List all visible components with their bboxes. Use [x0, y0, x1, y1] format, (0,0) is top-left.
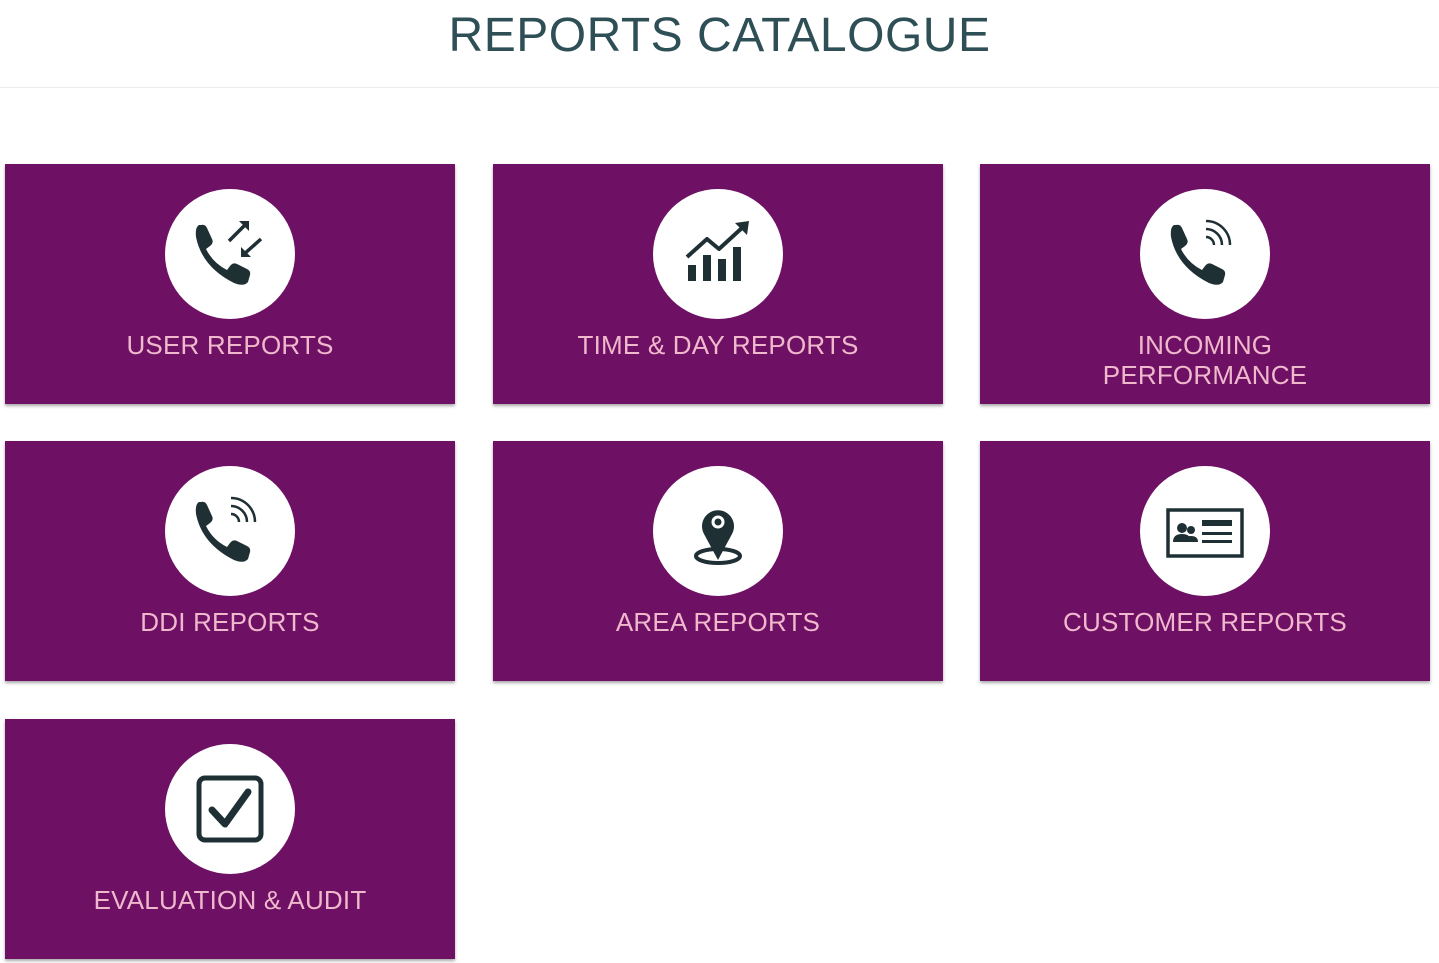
tile-label: AREA REPORTS — [615, 607, 821, 637]
tile-label: EVALUATION & AUDIT — [93, 885, 367, 915]
time-day-reports-tile[interactable]: TIME & DAY REPORTS — [493, 164, 943, 404]
tile-icon-circle — [165, 466, 295, 596]
customer-reports-tile[interactable]: CUSTOMER REPORTS — [980, 441, 1430, 681]
tile-label: CUSTOMER REPORTS — [1063, 607, 1347, 637]
area-reports-tile[interactable]: AREA REPORTS — [493, 441, 943, 681]
tile-icon-circle — [1140, 466, 1270, 596]
tile-icon-circle — [653, 466, 783, 596]
phone-ringing-icon — [195, 496, 257, 562]
tile-icon-circle — [653, 189, 783, 319]
tile-icon-circle — [165, 189, 295, 319]
page-title: REPORTS CATALOGUE — [448, 9, 991, 62]
ddi-reports-tile[interactable]: DDI REPORTS — [5, 441, 455, 681]
tile-icon-circle — [1140, 189, 1270, 319]
checkbox-icon — [196, 775, 264, 843]
page-header: REPORTS CATALOGUE — [0, 0, 1439, 88]
tile-label: USER REPORTS — [126, 330, 334, 360]
tile-icon-circle — [165, 744, 295, 874]
phone-transfer-icon — [195, 221, 263, 285]
phone-ringing-icon — [1170, 219, 1232, 285]
incoming-performance-tile[interactable]: INCOMING PERFORMANCE — [980, 164, 1430, 404]
user-reports-tile[interactable]: USER REPORTS — [5, 164, 455, 404]
tile-label: DDI REPORTS — [140, 607, 320, 637]
growth-chart-icon — [685, 221, 749, 281]
id-card-icon — [1166, 508, 1244, 558]
map-pin-icon — [694, 510, 742, 565]
tile-label: TIME & DAY REPORTS — [577, 330, 859, 360]
evaluation-audit-tile[interactable]: EVALUATION & AUDIT — [5, 719, 455, 959]
tile-label: INCOMING PERFORMANCE — [1102, 330, 1308, 390]
